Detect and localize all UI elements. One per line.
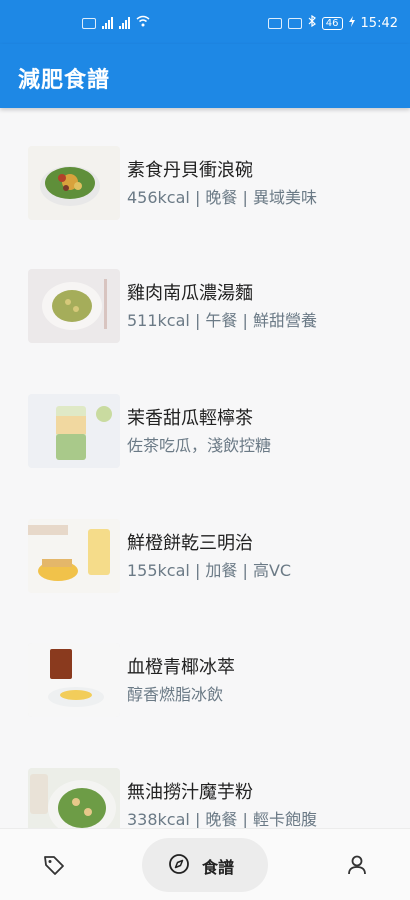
salad-bowl-image — [28, 146, 120, 220]
recipe-meta: 456kcal | 晚餐 | 異域美味 — [127, 188, 317, 207]
recipe-meta: 155kcal | 加餐 | 高VC — [127, 561, 292, 580]
recipe-meta: 338kcal | 晚餐 | 輕卡飽腹 — [127, 810, 317, 828]
person-icon[interactable] — [345, 853, 369, 877]
iced-drink-image — [28, 643, 120, 717]
bluetooth-icon — [308, 14, 316, 31]
recipe-meta: 佐茶吃瓜，淺飲控糖 — [127, 436, 272, 455]
app-bar: 減肥食譜 — [0, 44, 410, 108]
tag-icon[interactable] — [42, 853, 66, 877]
recipe-item[interactable]: 茉香甜瓜輕檸茶 佐茶吃瓜，淺飲控糖 — [0, 394, 410, 484]
recipe-item[interactable]: 雞肉南瓜濃湯麵 511kcal | 午餐 | 鮮甜營養 — [0, 269, 410, 359]
signal-icon — [102, 17, 113, 29]
wifi-icon — [136, 15, 150, 31]
recipe-name: 素食丹貝衝浪碗 — [127, 160, 253, 181]
orange-sandwich-image — [28, 519, 120, 593]
status-bar: 46 15:42 — [0, 0, 410, 44]
nav-tab-label: 食譜 — [202, 858, 235, 877]
recipe-name: 鮮橙餅乾三明治 — [127, 533, 253, 554]
status-icons-left — [82, 15, 150, 31]
recipe-list: 素食丹貝衝浪碗 456kcal | 晚餐 | 異域美味 雞肉南瓜濃湯麵 511k… — [0, 108, 410, 828]
recipe-item[interactable]: 素食丹貝衝浪碗 456kcal | 晚餐 | 異域美味 — [0, 146, 410, 236]
sim-icon — [82, 17, 96, 29]
bottom-navigation: 食譜 — [0, 828, 410, 900]
recipe-item[interactable]: 鮮橙餅乾三明治 155kcal | 加餐 | 高VC — [0, 519, 410, 609]
recipe-meta: 醇香燃脂冰飲 — [127, 685, 224, 704]
recipe-name: 無油撈汁魔芋粉 — [127, 782, 253, 803]
recipe-meta: 511kcal | 午餐 | 鮮甜營養 — [127, 311, 317, 330]
nav-tab-recipes[interactable]: 食譜 — [142, 838, 268, 892]
konjac-noodle-image — [28, 768, 120, 828]
page-title: 減肥食譜 — [18, 68, 111, 93]
signal-icon-2 — [119, 17, 130, 29]
nfc-icon — [267, 17, 282, 29]
compass-icon — [168, 853, 190, 875]
status-time: 15:42 — [360, 15, 398, 31]
battery-icon: 46 — [321, 16, 343, 30]
vibrate-icon — [287, 17, 302, 29]
lemon-tea-image — [28, 394, 120, 468]
recipe-item[interactable]: 血橙青椰冰萃 醇香燃脂冰飲 — [0, 643, 410, 733]
recipe-name: 血橙青椰冰萃 — [127, 657, 235, 678]
recipe-item[interactable]: 無油撈汁魔芋粉 338kcal | 晚餐 | 輕卡飽腹 — [0, 768, 410, 828]
recipe-name: 茉香甜瓜輕檸茶 — [127, 408, 253, 429]
status-icons-right: 46 15:42 — [267, 14, 398, 31]
charging-icon — [348, 15, 355, 31]
noodle-plate-image — [28, 269, 120, 343]
recipe-name: 雞肉南瓜濃湯麵 — [127, 283, 253, 304]
